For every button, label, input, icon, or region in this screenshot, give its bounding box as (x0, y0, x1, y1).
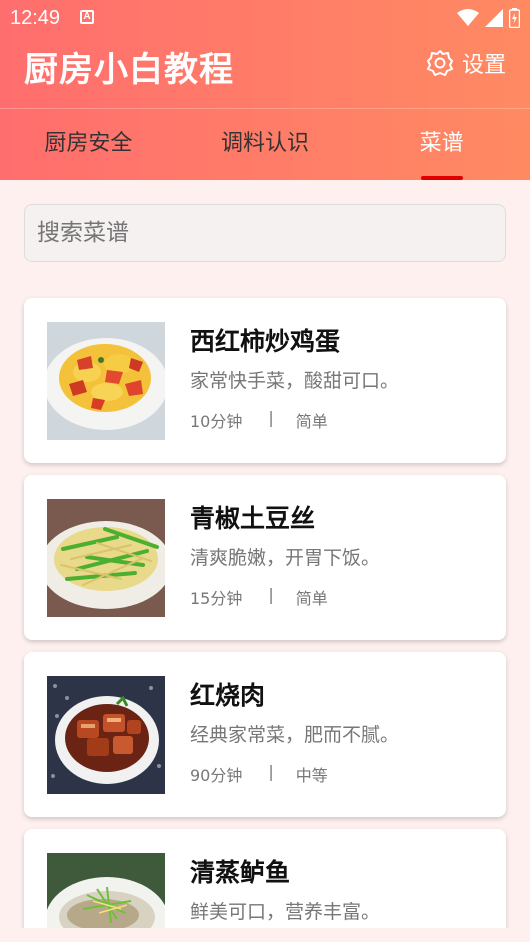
recipe-desc: 家常快手菜，酸甜可口。 (190, 370, 400, 392)
wifi-icon (457, 9, 479, 26)
tab-label: 调料认识 (221, 131, 310, 156)
recipe-name: 红烧肉 (190, 681, 266, 710)
tab-seasoning[interactable]: 调料认识 (177, 109, 354, 180)
settings-label: 设置 (461, 53, 506, 78)
tab-bar: 厨房安全 调料认识 菜谱 (0, 109, 530, 180)
bottom-edge (0, 928, 530, 942)
app-title: 厨房小白教程 (24, 50, 234, 90)
recipe-level: 简单 (295, 589, 328, 608)
recipe-time: 10分钟 (190, 412, 243, 431)
recipe-image-tomato-egg (47, 322, 165, 440)
tab-label: 厨房安全 (44, 131, 133, 156)
app-bar: 厨房小白教程 设置 (0, 36, 530, 108)
meta-separator: | (268, 408, 274, 427)
notification-icon: A (80, 10, 94, 24)
status-bar: 12:49 A (0, 0, 530, 36)
recipe-desc: 经典家常菜，肥而不腻。 (190, 724, 400, 746)
recipe-meta: 90分钟 | 中等 (190, 762, 328, 786)
search-input[interactable] (24, 204, 506, 262)
recipe-image-pepper-potato (47, 499, 165, 617)
gear-icon (426, 50, 453, 76)
tab-label: 菜谱 (419, 131, 464, 156)
recipe-card[interactable]: 清蒸鲈鱼 鲜美可口，营养丰富。 (24, 829, 506, 942)
status-time: 12:49 (10, 7, 61, 29)
tab-indicator (420, 176, 463, 180)
signal-icon (485, 9, 503, 27)
recipe-card[interactable]: 红烧肉 经典家常菜，肥而不腻。 90分钟 | 中等 (24, 652, 506, 817)
recipe-desc: 清爽脆嫩，开胃下饭。 (190, 547, 381, 569)
recipe-name: 西红柿炒鸡蛋 (190, 327, 341, 356)
recipe-meta: 15分钟 | 简单 (190, 585, 328, 609)
tab-kitchen-safety[interactable]: 厨房安全 (0, 109, 177, 180)
recipe-level: 中等 (295, 766, 328, 785)
settings-button[interactable]: 设置 (426, 48, 506, 78)
header: 12:49 A 厨房小白教程 设置 厨房安全 调料认识 菜谱 (0, 0, 530, 180)
recipe-meta: 10分钟 | 简单 (190, 408, 328, 432)
recipe-name: 青椒土豆丝 (190, 504, 316, 533)
recipe-card[interactable]: 西红柿炒鸡蛋 家常快手菜，酸甜可口。 10分钟 | 简单 (24, 298, 506, 463)
battery-icon (509, 8, 520, 28)
recipe-card[interactable]: 青椒土豆丝 清爽脆嫩，开胃下饭。 15分钟 | 简单 (24, 475, 506, 640)
recipe-level: 简单 (295, 412, 328, 431)
tab-recipes[interactable]: 菜谱 (353, 109, 530, 180)
meta-separator: | (268, 762, 274, 781)
meta-separator: | (268, 585, 274, 604)
recipe-desc: 鲜美可口，营养丰富。 (190, 901, 381, 923)
status-icons (457, 8, 520, 28)
recipe-time: 15分钟 (190, 589, 243, 608)
recipe-time: 90分钟 (190, 766, 243, 785)
recipe-name: 清蒸鲈鱼 (190, 858, 291, 887)
recipe-image-braised-pork (47, 676, 165, 794)
